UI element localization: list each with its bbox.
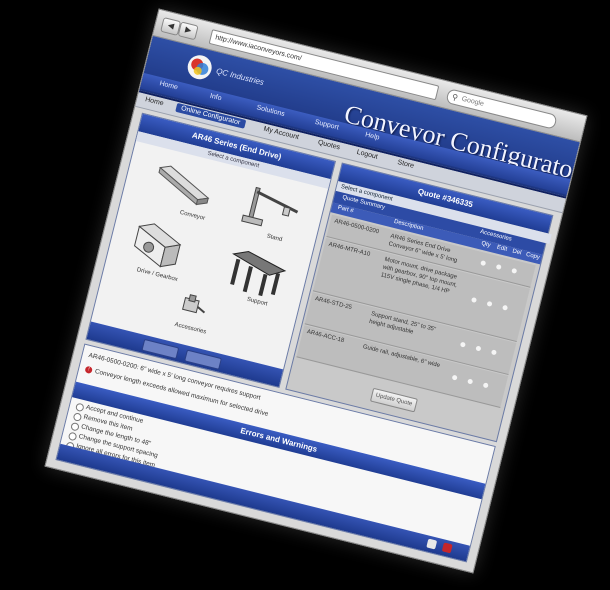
browser-window: ◀ ▶ http://www.iaconveyors.com/ ⚲ Google… xyxy=(44,8,588,574)
next-button[interactable] xyxy=(184,349,222,370)
qty-indicator xyxy=(470,296,478,304)
menu-item-support[interactable]: Support xyxy=(314,119,339,132)
edit-icon[interactable] xyxy=(475,345,482,352)
close-icon[interactable] xyxy=(441,542,453,554)
col-del: Del xyxy=(511,248,522,257)
menu-item-help[interactable]: Help xyxy=(364,131,380,141)
warning-icon: ! xyxy=(84,365,93,375)
delete-icon[interactable] xyxy=(490,349,497,356)
menu-item-info[interactable]: Info xyxy=(209,93,222,103)
delete-icon[interactable] xyxy=(502,304,509,311)
option-radio[interactable] xyxy=(72,412,83,422)
errors-footer xyxy=(56,443,470,562)
screenshot-background: ◀ ▶ http://www.iaconveyors.com/ ⚲ Google… xyxy=(0,0,610,590)
qty-indicator xyxy=(459,341,466,348)
option-radio[interactable] xyxy=(67,431,78,442)
edit-icon[interactable] xyxy=(486,300,493,307)
subnav-store[interactable]: Store xyxy=(397,159,415,170)
previous-button[interactable] xyxy=(141,338,180,360)
delete-icon[interactable] xyxy=(511,267,518,274)
component-label-conveyor: Conveyor xyxy=(179,209,206,222)
component-label-stand: Stand xyxy=(266,233,283,244)
support-image[interactable] xyxy=(221,243,292,303)
qty-indicator xyxy=(480,260,487,267)
subnav-logout[interactable]: Logout xyxy=(356,149,378,161)
company-logo-icon xyxy=(187,55,212,80)
col-copy: Copy xyxy=(525,251,541,262)
menu-item-home[interactable]: Home xyxy=(159,80,179,91)
edit-icon[interactable] xyxy=(495,263,502,271)
search-placeholder: Google xyxy=(460,95,485,108)
quote-panel: Quote #346335 Select a component Quote S… xyxy=(285,162,554,443)
accessory-image[interactable] xyxy=(174,288,210,324)
col-part: Part # xyxy=(337,204,355,215)
col-edit: Edit xyxy=(496,244,508,253)
qty-indicator xyxy=(451,374,458,381)
drive-image[interactable] xyxy=(124,213,192,276)
update-quote-button[interactable]: Update Quote xyxy=(369,387,418,413)
menu-item-solutions[interactable]: Solutions xyxy=(256,104,286,118)
delete-icon[interactable] xyxy=(482,382,489,389)
option-radio[interactable] xyxy=(74,402,85,413)
forward-button[interactable]: ▶ xyxy=(177,21,199,41)
brand-name: QC Industries xyxy=(215,66,265,88)
edit-icon[interactable] xyxy=(467,378,474,385)
subnav-home[interactable]: Home xyxy=(144,96,164,107)
search-icon: ⚲ xyxy=(450,92,459,103)
subnav-quotes[interactable]: Quotes xyxy=(317,139,341,151)
col-qty: Qty xyxy=(480,240,492,249)
help-icon[interactable] xyxy=(426,538,438,550)
stand-image[interactable] xyxy=(239,182,307,237)
option-radio[interactable] xyxy=(70,421,80,432)
conveyor-image[interactable] xyxy=(151,159,219,212)
